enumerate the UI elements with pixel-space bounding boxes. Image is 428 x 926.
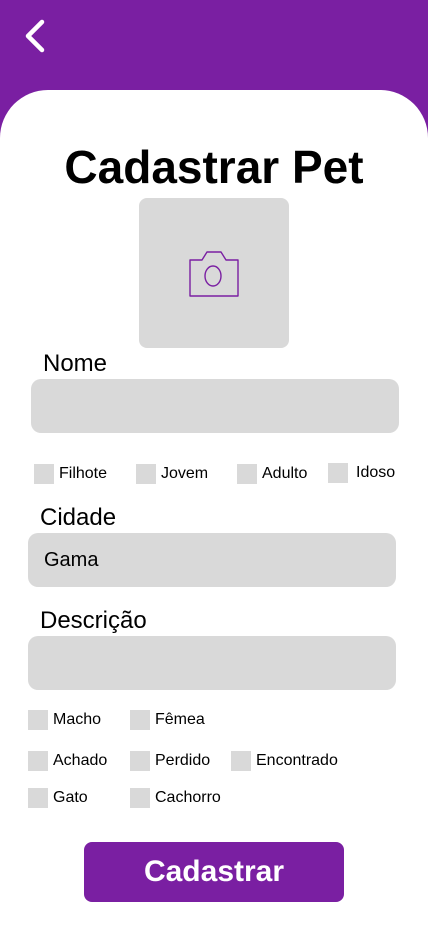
option-label: Jovem [161,465,209,482]
option-label: Adulto [262,465,308,482]
option-label: Achado [53,752,108,769]
checkbox[interactable] [136,464,156,484]
description-label: Descrição [40,607,147,634]
checkbox[interactable] [237,464,257,484]
option-label: Macho [53,711,102,728]
name-input[interactable] [31,379,399,433]
species-option-gato[interactable]: Gato [28,788,88,808]
checkbox[interactable] [130,751,150,771]
option-label: Encontrado [256,752,338,769]
page-title: Cadastrar Pet [64,141,364,193]
city-label: Cidade [40,504,117,531]
status-option-encontrado[interactable]: Encontrado [231,751,338,771]
chevron-left-icon [25,19,45,53]
city-input[interactable] [28,533,396,587]
sex-option-macho[interactable]: Macho [28,710,101,730]
name-label: Nome [43,350,108,377]
checkbox[interactable] [130,788,150,808]
age-option-adulto[interactable]: Adulto [237,464,307,484]
species-option-cachorro[interactable]: Cachorro [130,788,221,808]
description-input[interactable] [28,636,396,690]
checkbox[interactable] [231,751,251,771]
checkbox[interactable] [34,464,54,484]
sex-option-femea[interactable]: Fêmea [130,710,205,730]
status-option-achado[interactable]: Achado [28,751,107,771]
camera-icon [189,251,239,297]
checkbox[interactable] [130,710,150,730]
option-label: Idoso [356,464,396,481]
submit-button[interactable]: Cadastrar [84,842,344,902]
option-label: Filhote [59,465,108,482]
checkbox[interactable] [328,463,348,483]
checkbox[interactable] [28,751,48,771]
option-label: Fêmea [155,711,205,728]
back-button[interactable] [20,16,60,56]
age-option-jovem[interactable]: Jovem [136,464,208,484]
option-label: Gato [53,789,88,806]
checkbox[interactable] [28,788,48,808]
status-option-perdido[interactable]: Perdido [130,751,210,771]
option-label: Perdido [155,752,211,769]
age-option-idoso[interactable]: Idoso [328,463,395,483]
checkbox[interactable] [28,710,48,730]
option-label: Cachorro [155,789,221,806]
photo-upload-button[interactable] [139,198,289,348]
age-option-filhote[interactable]: Filhote [34,464,107,484]
